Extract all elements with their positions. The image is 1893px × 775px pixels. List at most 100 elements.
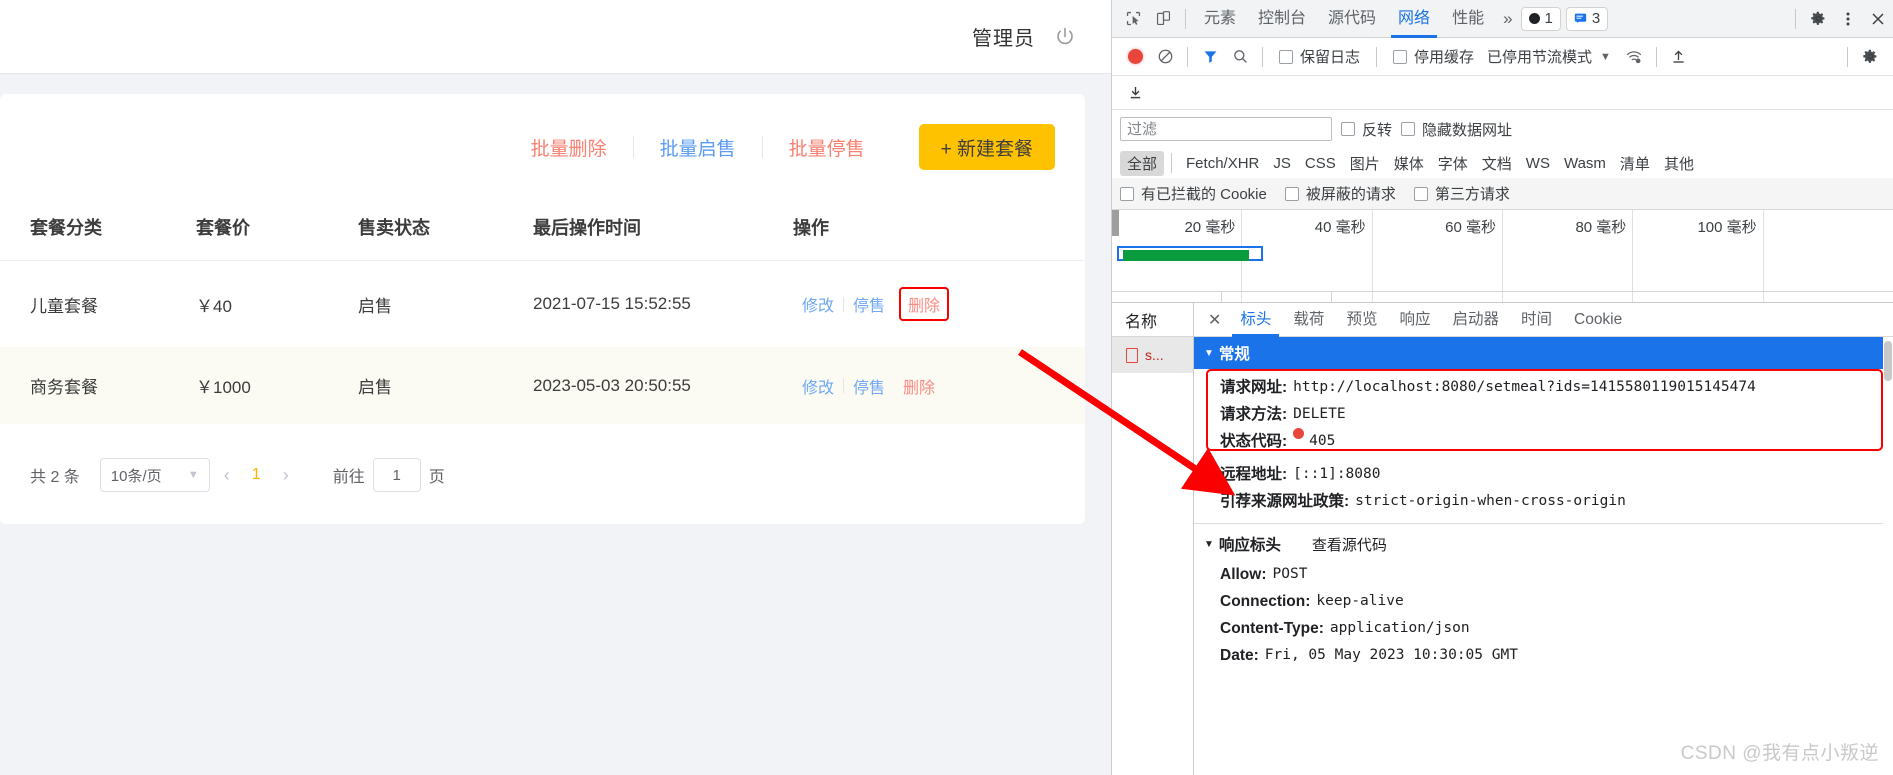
status-code-value: 405 [1309,433,1336,449]
pagination-total: 共 2 条 [30,469,80,486]
content-type-key: Content-Type: [1220,620,1324,637]
tab-payload[interactable]: 载荷 [1282,303,1335,337]
scrollbar-thumb[interactable] [1884,341,1892,381]
kebab-menu-icon[interactable] [1833,4,1863,34]
message-count-badge[interactable]: 3 [1565,6,1609,31]
request-detail: ✕ 标头 载荷 预览 响应 启动器 时间 Cookie ▼ 常规 请求网址: h… [1194,303,1893,775]
type-filter-img[interactable]: 图片 [1343,151,1387,176]
close-icon[interactable] [1863,4,1893,34]
timeline-left-grip[interactable] [1112,210,1119,236]
row-edit-link[interactable]: 修改 [793,374,843,398]
type-filter-doc[interactable]: 文档 [1475,151,1519,176]
close-detail-icon[interactable]: ✕ [1200,310,1229,330]
row-delete-link[interactable]: 删除 [899,287,950,321]
filter-input[interactable] [1120,117,1332,141]
batch-delete-button[interactable]: 批量删除 [505,134,633,161]
type-filter-font[interactable]: 字体 [1431,151,1475,176]
record-button[interactable] [1120,42,1150,72]
response-header-row-date: Date: Fri, 05 May 2023 10:30:05 GMT [1194,642,1893,669]
prev-page-button[interactable]: ‹ [210,465,244,486]
network-split: 名称 s... ✕ 标头 载荷 预览 响应 启动器 时间 Cookie ▼ 常规… [1112,303,1893,775]
type-filter-wasm[interactable]: Wasm [1557,153,1613,174]
row-disable-link[interactable]: 停售 [844,292,894,316]
row-edit-link[interactable]: 修改 [793,292,843,316]
view-source-link[interactable]: 查看源代码 [1312,534,1387,555]
toolbar-divider [1847,46,1848,67]
tab-network[interactable]: 网络 [1387,0,1441,38]
row-delete-link[interactable]: 删除 [894,374,944,398]
timeline-footer [1112,291,1893,302]
type-filter-manifest[interactable]: 清单 [1613,151,1657,176]
preserve-log-checkbox[interactable]: 保留日志 [1270,46,1369,67]
connection-key: Connection: [1220,593,1311,610]
tab-preview[interactable]: 预览 [1335,303,1388,337]
cell-actions: 修改 停售 删除 [793,347,1085,424]
power-icon[interactable] [1053,25,1077,49]
type-filter-ws[interactable]: WS [1519,153,1557,174]
general-section-header[interactable]: ▼ 常规 [1194,337,1893,369]
row-disable-link[interactable]: 停售 [844,374,894,398]
devtools-pane: 元素 控制台 源代码 网络 性能 » 1 3 保留日志 停用缓存 已停用节流模式… [1111,0,1893,775]
chevron-down-icon[interactable]: ▼ [1592,51,1619,63]
page-size-value: 10条/页 [110,467,162,485]
tab-response[interactable]: 响应 [1388,303,1441,337]
batch-disable-button[interactable]: 批量停售 [763,134,891,161]
general-row-remote-address: 远程地址: [::1]:8080 [1194,461,1893,488]
blocked-requests-checkbox[interactable]: 被屏蔽的请求 [1276,183,1405,204]
network-overview-timeline[interactable]: 20 毫秒 40 毫秒 60 毫秒 80 毫秒 100 毫秒 [1112,210,1893,303]
network-conditions-icon[interactable] [1619,42,1649,72]
response-headers-section-header[interactable]: ▼ 响应标头 查看源代码 [1194,523,1893,561]
type-filter-fetch-xhr[interactable]: Fetch/XHR [1179,153,1266,174]
export-har-icon[interactable] [1120,78,1150,108]
tab-cookie[interactable]: Cookie [1563,303,1633,337]
filter-icon[interactable] [1195,42,1225,72]
clear-button[interactable] [1150,42,1180,72]
disable-cache-checkbox[interactable]: 停用缓存 [1384,46,1483,67]
throttling-select[interactable]: 已停用节流模式 [1483,46,1592,67]
row-actions: 修改 停售 删除 [793,374,1085,398]
cell-status: 启售 [358,347,533,424]
more-tabs-icon[interactable]: » [1495,9,1520,29]
page-size-select[interactable]: 10条/页 ▼ [99,458,210,492]
tab-console[interactable]: 控制台 [1247,0,1317,38]
request-list-item[interactable]: s... [1112,337,1193,373]
type-filter-media[interactable]: 媒体 [1387,151,1431,176]
allow-value: POST [1272,566,1308,582]
type-filter-css[interactable]: CSS [1298,153,1343,174]
type-filter-other[interactable]: 其他 [1657,151,1701,176]
new-setmeal-button[interactable]: + 新建套餐 [918,124,1055,170]
request-method-key: 请求方法: [1220,406,1288,423]
tab-performance[interactable]: 性能 [1441,0,1495,38]
inspect-element-icon[interactable] [1118,4,1148,34]
network-settings-gear-icon[interactable] [1855,42,1885,72]
detail-scrollbar[interactable] [1883,337,1893,775]
batch-enable-button[interactable]: 批量启售 [634,134,762,161]
page-number-1[interactable]: 1 [244,466,269,484]
request-method-value: DELETE [1293,406,1346,422]
device-toolbar-icon[interactable] [1148,4,1178,34]
tab-initiator[interactable]: 启动器 [1441,303,1510,337]
request-url-key: 请求网址: [1220,379,1288,396]
message-icon [1574,13,1587,23]
gear-icon[interactable] [1803,4,1833,34]
goto-page-input[interactable] [372,458,421,492]
tab-headers[interactable]: 标头 [1229,303,1282,337]
blocked-cookies-checkbox[interactable]: 有已拦截的 Cookie [1120,183,1276,204]
tab-timing[interactable]: 时间 [1510,303,1563,337]
type-filter-all[interactable]: 全部 [1120,150,1165,176]
connection-value: keep-alive [1316,593,1404,609]
request-timeline-bar-fill [1123,250,1249,261]
hide-data-urls-checkbox[interactable]: 隐藏数据网址 [1401,119,1521,140]
error-count-badge[interactable]: 1 [1520,6,1561,31]
cookie-filter-row: 有已拦截的 Cookie 被屏蔽的请求 第三方请求 [1112,178,1893,210]
search-icon[interactable] [1225,42,1255,72]
invert-checkbox[interactable]: 反转 [1332,119,1401,140]
status-code-key: 状态代码: [1220,433,1288,450]
type-filter-js[interactable]: JS [1266,153,1298,174]
import-har-icon[interactable] [1664,42,1694,72]
tab-sources[interactable]: 源代码 [1317,0,1387,38]
tab-elements[interactable]: 元素 [1193,0,1247,38]
next-page-button[interactable]: › [269,465,303,486]
invert-label: 反转 [1362,121,1393,139]
third-party-checkbox[interactable]: 第三方请求 [1405,183,1519,204]
